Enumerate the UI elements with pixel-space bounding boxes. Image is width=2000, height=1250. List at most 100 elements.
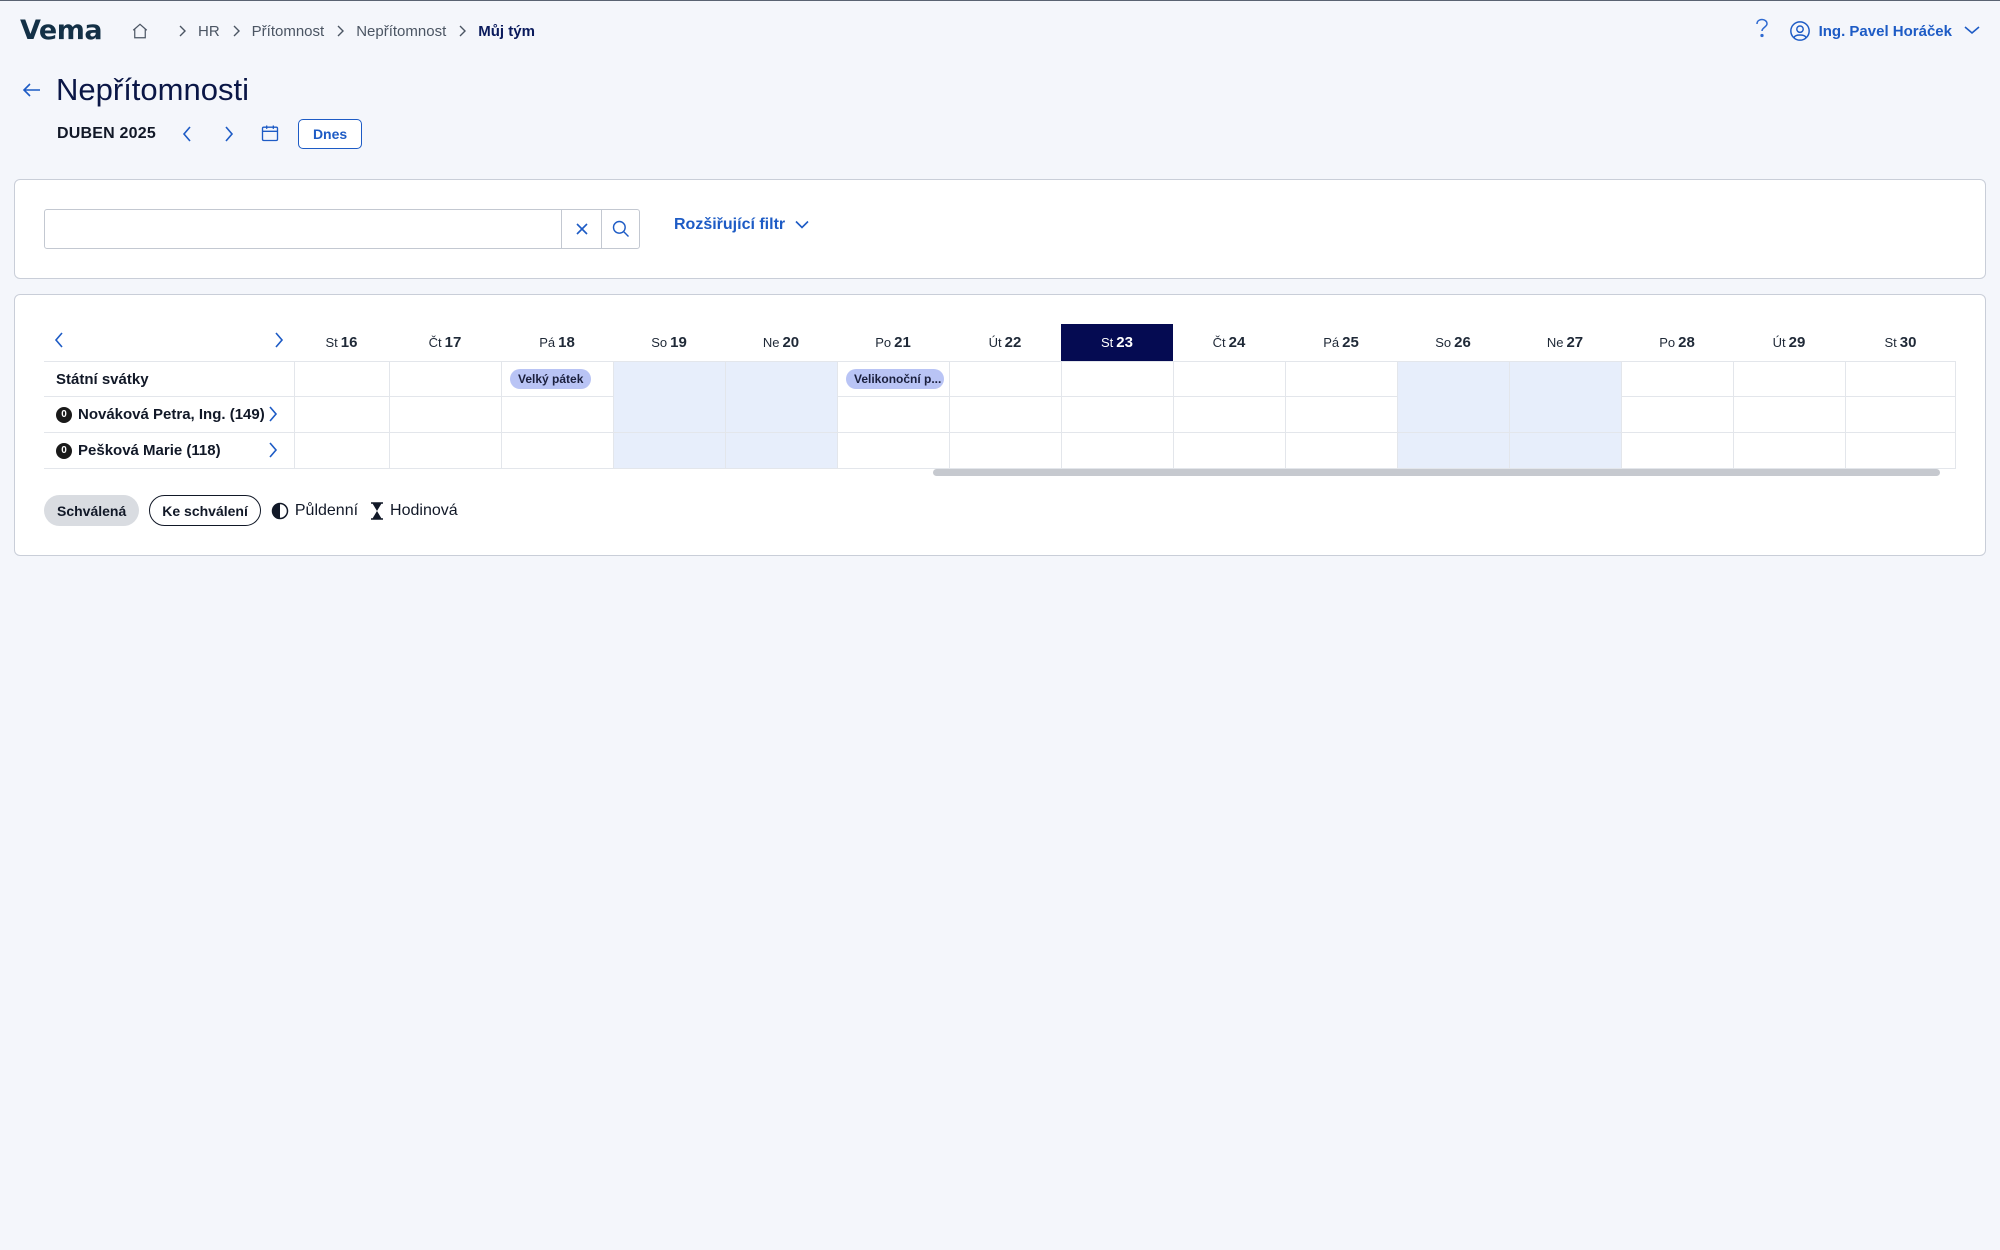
page-title-row: Nepřítomnosti: [20, 68, 249, 112]
home-icon[interactable]: [130, 21, 150, 41]
day-cell[interactable]: [1621, 397, 1733, 432]
hourglass-icon: [371, 501, 384, 520]
search-box: [44, 209, 640, 249]
day-cell[interactable]: [1173, 397, 1285, 432]
filter-panel: Rozšiřující filtr: [14, 179, 1986, 279]
search-input[interactable]: [45, 210, 561, 248]
help-icon[interactable]: [1755, 18, 1769, 44]
day-cell[interactable]: [1397, 362, 1509, 397]
day-cell[interactable]: [501, 397, 613, 432]
day-cell[interactable]: [1285, 433, 1397, 468]
day-name: St: [325, 335, 338, 350]
expand-row-chevron-icon[interactable]: [268, 442, 284, 458]
day-cell[interactable]: [949, 433, 1061, 468]
day-number: 16: [340, 334, 358, 351]
row-label-text: Nováková Petra, Ing. (149): [78, 406, 265, 423]
day-cell[interactable]: [389, 362, 501, 397]
day-cell[interactable]: [1845, 397, 1956, 432]
chevron-down-icon[interactable]: [1964, 22, 1980, 40]
day-cell[interactable]: [1285, 397, 1397, 432]
day-cell[interactable]: [1733, 397, 1845, 432]
day-cell[interactable]: [501, 433, 613, 468]
search-icon[interactable]: [601, 210, 639, 248]
row-label[interactable]: 0 Nováková Petra, Ing. (149): [44, 397, 294, 432]
day-header: Ne 20: [725, 324, 837, 361]
day-cell[interactable]: [725, 433, 837, 468]
day-cell[interactable]: [294, 397, 389, 432]
day-cell[interactable]: [613, 397, 725, 432]
row-label[interactable]: 0 Pešková Marie (118): [44, 433, 294, 468]
chevron-right-icon: [176, 25, 188, 37]
day-name: Ne: [762, 335, 780, 350]
day-cell[interactable]: [389, 397, 501, 432]
day-cell[interactable]: Velikonoční p...: [837, 362, 949, 397]
day-cell[interactable]: [1397, 397, 1509, 432]
day-cell[interactable]: [1173, 362, 1285, 397]
day-cell[interactable]: [1397, 433, 1509, 468]
prev-month-chevron-left-icon[interactable]: [176, 123, 198, 145]
half-day-icon: [271, 502, 289, 519]
day-cell[interactable]: [294, 362, 389, 397]
breadcrumb-item-hr[interactable]: HR: [198, 23, 220, 40]
day-cell[interactable]: [1285, 362, 1397, 397]
day-name: Út: [988, 335, 1002, 350]
expand-row-chevron-icon[interactable]: [268, 406, 284, 422]
day-number: 28: [1678, 334, 1695, 351]
holiday-event[interactable]: Velký pátek: [510, 369, 592, 389]
day-cell[interactable]: [1621, 433, 1733, 468]
day-cell[interactable]: [1509, 433, 1621, 468]
day-name: St: [1101, 335, 1114, 350]
day-number: 21: [894, 334, 911, 351]
legend-approved-chip[interactable]: Schválená: [44, 495, 140, 526]
day-cell[interactable]: [1621, 362, 1733, 397]
day-cell[interactable]: [837, 433, 949, 468]
absence-calendar-panel: St 16 Čt 17 Pá 18 So 19 Ne 20 Po 21 Út 22 St 23 Čt 24 Pá 25…: [14, 294, 1986, 556]
day-cell[interactable]: [389, 433, 501, 468]
next-month-chevron-right-icon[interactable]: [218, 123, 240, 145]
day-cell[interactable]: [1845, 433, 1956, 468]
day-cell[interactable]: [1509, 362, 1621, 397]
day-cell[interactable]: [725, 397, 837, 432]
day-name: Út: [1772, 335, 1786, 350]
breadcrumb-item-nepritomnost[interactable]: Nepřítomnost: [356, 23, 446, 40]
day-name: Ne: [1546, 335, 1564, 350]
day-number: 23: [1116, 334, 1133, 351]
legend-pending-chip[interactable]: Ke schválení: [149, 495, 261, 526]
day-cell[interactable]: [837, 397, 949, 432]
day-cell[interactable]: [1509, 397, 1621, 432]
breadcrumb-item-pritomnost[interactable]: Přítomnost: [252, 23, 325, 40]
day-name: Pá: [1323, 335, 1340, 350]
day-cell[interactable]: [1061, 397, 1173, 432]
day-cell[interactable]: Velký pátek: [501, 362, 613, 397]
day-cell[interactable]: [949, 362, 1061, 397]
day-name: Čt: [1212, 335, 1226, 350]
clear-icon[interactable]: [561, 210, 601, 248]
holiday-event[interactable]: Velikonoční p...: [846, 369, 944, 389]
scroll-days-left-chevron-icon[interactable]: [54, 332, 64, 353]
user-avatar-icon[interactable]: [1789, 20, 1811, 42]
extended-filter-toggle[interactable]: Rozšiřující filtr: [674, 216, 809, 234]
day-cell[interactable]: [613, 362, 725, 397]
day-header: Čt 17: [389, 324, 501, 361]
day-cell[interactable]: [725, 362, 837, 397]
day-cell[interactable]: [949, 397, 1061, 432]
horizontal-scrollbar[interactable]: [933, 469, 1940, 476]
scroll-days-right-chevron-icon[interactable]: [274, 332, 284, 353]
month-label: DUBEN 2025: [57, 125, 156, 142]
day-cell[interactable]: [1061, 433, 1173, 468]
back-arrow-icon[interactable]: [20, 78, 44, 102]
calendar-icon[interactable]: [260, 123, 282, 145]
day-cell[interactable]: [613, 433, 725, 468]
today-button[interactable]: Dnes: [297, 119, 363, 149]
day-cell[interactable]: [1733, 433, 1845, 468]
day-cell[interactable]: [294, 433, 389, 468]
day-number: 24: [1228, 334, 1246, 351]
day-cell[interactable]: [1173, 433, 1285, 468]
day-cell[interactable]: [1733, 362, 1845, 397]
day-number: 27: [1566, 334, 1584, 351]
app-logo[interactable]: Vema: [20, 15, 103, 46]
legend-half-day: Půldenní: [271, 502, 358, 520]
day-cell[interactable]: [1061, 362, 1173, 397]
user-name[interactable]: Ing. Pavel Horáček: [1819, 23, 1952, 40]
day-cell[interactable]: [1845, 362, 1956, 397]
